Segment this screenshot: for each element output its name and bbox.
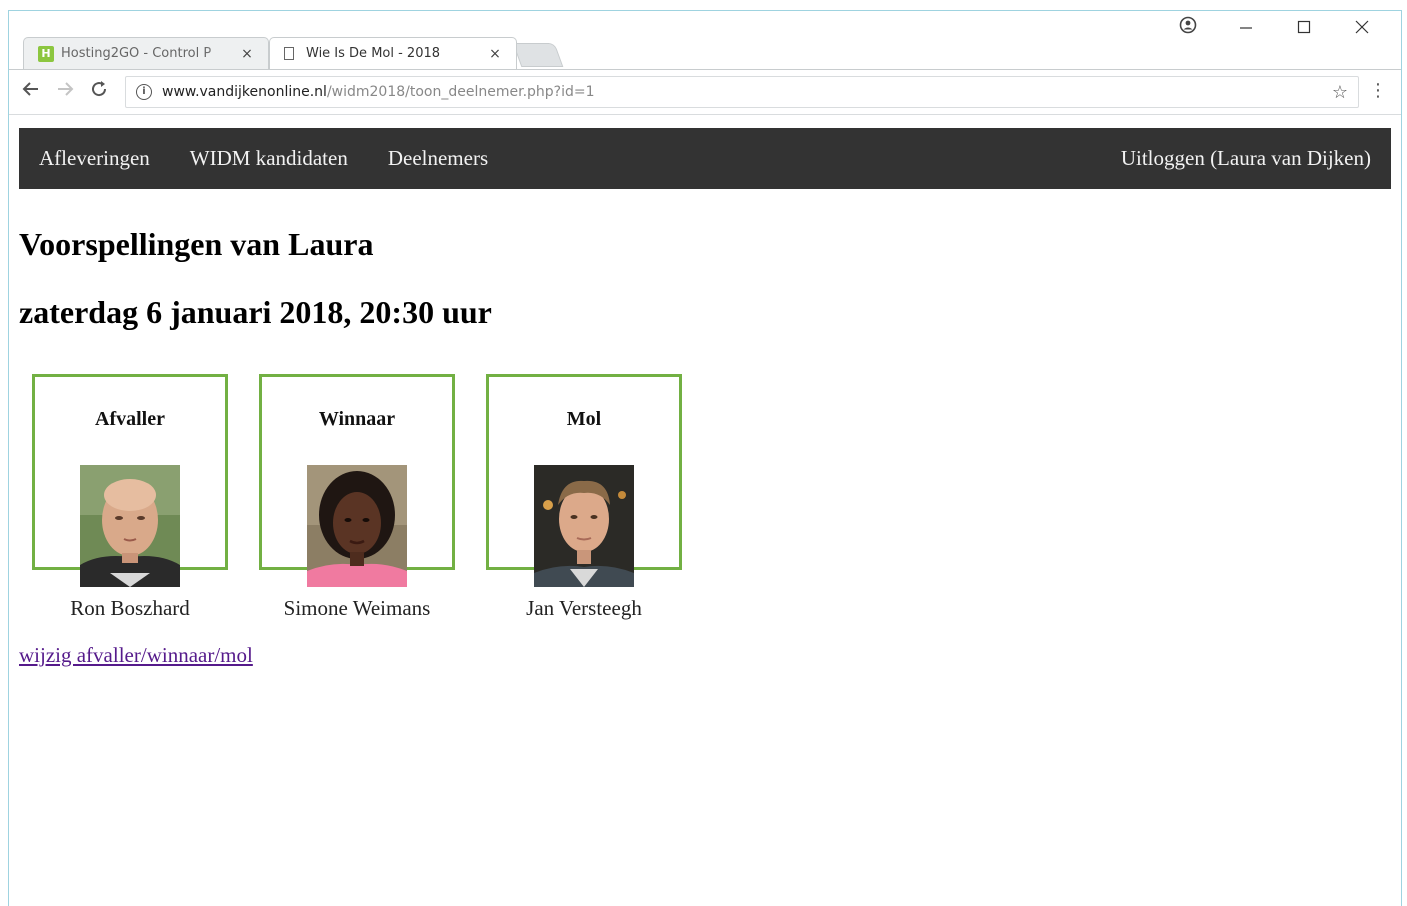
episode-date: zaterdag 6 januari 2018, 20:30 uur xyxy=(19,294,492,330)
card-mol: Mol Jan Versteegh xyxy=(485,374,712,624)
bookmark-star-icon[interactable]: ☆ xyxy=(1332,82,1348,103)
address-bar[interactable]: i www.vandijkenonline.nl/widm2018/toon_d… xyxy=(125,76,1359,108)
profile-icon[interactable] xyxy=(1159,15,1217,43)
candidate-photo xyxy=(534,465,634,587)
page-content: Afleveringen WIDM kandidaten Deelnemers … xyxy=(19,128,1391,906)
page-title: Voorspellingen van Laura xyxy=(19,226,374,262)
nav-afleveringen[interactable]: Afleveringen xyxy=(19,128,170,189)
maximize-icon[interactable] xyxy=(1275,15,1333,43)
edit-predictions-link[interactable]: wijzig afvaller/winnaar/mol xyxy=(19,643,253,668)
nav-widm-kandidaten[interactable]: WIDM kandidaten xyxy=(170,128,368,189)
url-host: www.vandijkenonline.nl xyxy=(162,84,327,100)
browser-window: H Hosting2GO - Control P × Wie Is De Mol… xyxy=(8,10,1402,906)
close-window-icon[interactable] xyxy=(1333,15,1391,43)
card-afvaller: Afvaller Ron Boszhard xyxy=(31,374,258,624)
card-role: Winnaar xyxy=(318,408,396,430)
tab-label: Wie Is De Mol - 2018 xyxy=(306,46,441,61)
address-toolbar: i www.vandijkenonline.nl/widm2018/toon_d… xyxy=(9,69,1401,115)
reload-icon[interactable] xyxy=(89,79,109,104)
candidate-name: Simone Weimans xyxy=(283,596,431,620)
tab-label: Hosting2GO - Control P xyxy=(61,46,212,61)
window-controls xyxy=(1159,15,1391,43)
card-role: Afvaller xyxy=(95,408,165,430)
logout-link[interactable]: Uitloggen (Laura van Dijken) xyxy=(1101,128,1391,189)
close-icon[interactable]: × xyxy=(240,46,254,62)
candidate-name: Jan Versteegh xyxy=(526,596,642,620)
tab-strip: H Hosting2GO - Control P × Wie Is De Mol… xyxy=(9,11,1401,71)
document-icon xyxy=(284,47,294,60)
info-icon[interactable]: i xyxy=(136,84,152,100)
minimize-icon[interactable] xyxy=(1217,15,1275,43)
back-arrow-icon[interactable] xyxy=(21,79,41,104)
top-navigation: Afleveringen WIDM kandidaten Deelnemers … xyxy=(19,128,1391,189)
tab-hosting2go[interactable]: H Hosting2GO - Control P × xyxy=(23,37,269,69)
url-path: /widm2018/toon_deelnemer.php?id=1 xyxy=(326,84,595,100)
hosting2go-favicon-icon: H xyxy=(38,45,54,62)
prediction-cards: Afvaller Ron Boszhard Winnaar Simone Wei… xyxy=(31,374,712,624)
card-role: Mol xyxy=(566,408,602,430)
nav-deelnemers[interactable]: Deelnemers xyxy=(368,128,508,189)
tab-wie-is-de-mol[interactable]: Wie Is De Mol - 2018 × xyxy=(269,37,517,69)
new-tab-button[interactable] xyxy=(512,43,564,67)
card-winnaar: Winnaar Simone Weimans xyxy=(258,374,485,624)
candidate-photo xyxy=(307,465,407,587)
browser-menu-icon[interactable]: ⋮ xyxy=(1369,80,1387,101)
close-icon[interactable]: × xyxy=(488,46,502,62)
forward-arrow-icon[interactable] xyxy=(55,79,75,104)
candidate-photo xyxy=(80,465,180,587)
candidate-name: Ron Boszhard xyxy=(70,596,190,620)
